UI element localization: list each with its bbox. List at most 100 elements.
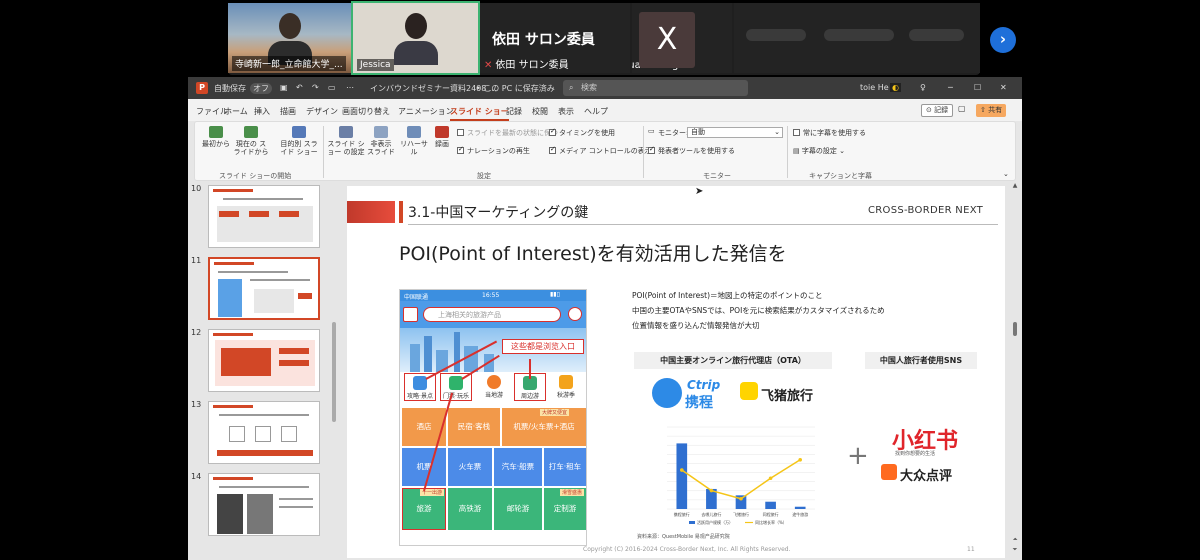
- subtitle-settings-button[interactable]: ▤ 字幕の設定 ⌄: [793, 146, 845, 156]
- phone-screenshot: 中国联通 16:55 ▮▮▯ 上海相关的旅游产品 这些都是浏览入口 攻略·景点 …: [399, 289, 587, 546]
- divider: [408, 224, 998, 225]
- tab-help[interactable]: ヘルプ: [584, 106, 608, 117]
- save-status[interactable]: • この PC に保存済み: [476, 83, 555, 94]
- thumbnail-slide-10[interactable]: [208, 185, 320, 248]
- avatar[interactable]: ◐: [890, 83, 901, 92]
- keep-updated-checkbox[interactable]: スライドを最新の状態に保つ: [457, 128, 558, 138]
- tab-view[interactable]: 表示: [558, 106, 574, 117]
- media-controls-checkbox[interactable]: メディア コントロールの表示: [549, 145, 652, 156]
- thumbnail-slide-13[interactable]: [208, 401, 320, 464]
- presenter-view-checkbox[interactable]: 発表者ツールを使用する: [648, 145, 735, 156]
- from-current-button[interactable]: 現在の スライドから: [233, 126, 269, 156]
- slide-canvas[interactable]: 3.1-中国マーケティングの鍵 CROSS-BORDER NEXT POI(Po…: [347, 186, 1005, 558]
- chart-point: [709, 488, 714, 493]
- fliggy-icon: [740, 382, 758, 400]
- participant-tile-blurred[interactable]: [734, 3, 980, 73]
- timing-checkbox[interactable]: タイミングを使用: [549, 127, 615, 138]
- chart-legend-label: 活跃用户规模（万）: [697, 519, 733, 525]
- play-from-start-icon: [209, 126, 223, 138]
- search-input[interactable]: ⌕ 検索: [563, 80, 748, 96]
- category-autumn: 秋游季: [550, 373, 582, 401]
- lightbulb-icon[interactable]: ♀: [920, 83, 926, 92]
- title-bar: P 自動保存 オフ ▣ ↶ ↷ ▭ ⋯ インバウンドゼミナー資料2408 ...…: [188, 77, 1022, 99]
- chart-tick-label: 携程旅行: [674, 511, 690, 517]
- thumbnail-slide-12[interactable]: [208, 329, 320, 392]
- monitor-select[interactable]: 自動 ⌄: [687, 127, 783, 138]
- rehearse-icon: [407, 126, 421, 138]
- participant-tile-jessica[interactable]: Jessica: [351, 1, 480, 75]
- custom-show-button[interactable]: 目的別 スライド ショー: [279, 126, 319, 156]
- tab-review[interactable]: 校閲: [532, 106, 548, 117]
- tab-home[interactable]: ホーム: [224, 106, 248, 117]
- chart-bar: [794, 506, 806, 509]
- prev-slide-icon[interactable]: ⏶: [1011, 536, 1019, 544]
- sns-label: 中国人旅行者使用SNS: [865, 352, 977, 369]
- callout-label: 这些都是浏览入口: [502, 339, 584, 354]
- setup-show-button[interactable]: スライド ショー の設定: [327, 126, 365, 156]
- autosave-toggle[interactable]: オフ: [250, 83, 272, 94]
- tab-animations[interactable]: アニメーション: [398, 106, 454, 117]
- tab-record[interactable]: 記録: [506, 106, 522, 117]
- ctrip-logo-cn: 携程: [685, 395, 713, 411]
- share-button[interactable]: ⇧ 共有: [976, 104, 1007, 117]
- slide-scrollbar[interactable]: ▲ ⏶ ⏷: [1011, 182, 1019, 560]
- battery-icon: ▮▮▯: [550, 291, 560, 298]
- quick-access-more-icon[interactable]: ⋯: [346, 83, 354, 92]
- tab-transitions[interactable]: 画面切り替え: [342, 106, 390, 117]
- next-slide-icon[interactable]: ⏷: [1011, 546, 1019, 554]
- scroll-up-icon[interactable]: ▲: [1011, 182, 1019, 190]
- maximize-icon[interactable]: ☐: [974, 83, 981, 92]
- grid-bus: 汽车·船票: [494, 448, 542, 486]
- search-icon: ⌕: [569, 83, 574, 92]
- dianping-logo: 大众点评: [900, 469, 953, 484]
- record-slideshow-button[interactable]: 録画: [431, 126, 453, 148]
- ota-label: 中国主要オンライン旅行代理店（OTA）: [634, 352, 832, 369]
- chart-point: [739, 496, 743, 501]
- close-icon[interactable]: ✕: [1000, 83, 1007, 92]
- minimize-icon[interactable]: ─: [948, 83, 953, 92]
- slide-title: 3.1-中国マーケティングの鍵: [408, 205, 589, 221]
- thumbnail-scrollbar[interactable]: [332, 322, 336, 422]
- undo-icon[interactable]: ↶: [296, 83, 303, 92]
- participant-tile-terasaki[interactable]: 寺崎新一郎_立命館大学_...: [228, 3, 351, 73]
- plus-sign: +: [847, 441, 869, 471]
- slide-number: 11: [967, 546, 975, 553]
- blurred-content: [909, 29, 964, 41]
- collapse-ribbon-icon[interactable]: ⌄: [1003, 170, 1009, 178]
- user-name[interactable]: toie He: [860, 83, 889, 92]
- grid-cruise: 邮轮游: [494, 488, 542, 530]
- grid-bnb: 民宿·客栈: [448, 408, 500, 446]
- scrollbar-thumb[interactable]: [1013, 322, 1017, 336]
- thumbnail-slide-11[interactable]: [208, 257, 320, 320]
- tab-design[interactable]: デザイン: [306, 106, 338, 117]
- group-label-setup: 設定: [477, 172, 491, 180]
- brand-logo: CROSS-BORDER NEXT: [868, 205, 984, 216]
- rehearse-button[interactable]: リハーサル: [399, 126, 429, 156]
- presentation-icon[interactable]: ▭: [328, 83, 336, 92]
- chart-point: [680, 468, 684, 472]
- redo-icon[interactable]: ↷: [312, 83, 319, 92]
- record-icon: [435, 126, 449, 138]
- location-icon: [403, 307, 418, 322]
- hide-slide-button[interactable]: 非表示 スライド: [367, 126, 395, 156]
- record-button[interactable]: ⊙ 記録: [921, 104, 954, 117]
- chart-bar: [676, 443, 688, 509]
- next-participants-button[interactable]: ›: [990, 27, 1016, 53]
- save-icon[interactable]: ▣: [280, 83, 288, 92]
- participant-display-name: 依田 サロン委員: [492, 32, 595, 48]
- mic-muted-icon: ✕: [484, 60, 493, 71]
- thumbnail-slide-14[interactable]: [208, 473, 320, 536]
- always-subtitles-checkbox[interactable]: 常に字幕を使用する: [793, 128, 866, 138]
- from-beginning-button[interactable]: 最初から: [201, 126, 231, 148]
- tab-insert[interactable]: 挿入: [254, 106, 270, 117]
- arrow-line: [529, 359, 531, 379]
- comments-icon[interactable]: ▢: [958, 104, 966, 113]
- record-dot-icon: ⊙: [926, 106, 932, 114]
- participant-tile-yoda[interactable]: 依田 サロン委員 ✕ 依田 サロン委員: [480, 3, 630, 73]
- divider: [787, 126, 788, 178]
- ota-usage-chart: 携程旅行 去哪儿旅行 飞猪旅行 同程旅行 途牛旅游活跃用户规模（万） 同比增长率（%）: [667, 426, 815, 525]
- slide-heading: POI(Point of Interest)を有効活用した発信を: [399, 243, 787, 265]
- narration-checkbox[interactable]: ナレーションの再生: [457, 145, 530, 156]
- tab-slideshow[interactable]: スライド ショー: [450, 106, 509, 121]
- tab-draw[interactable]: 描画: [280, 106, 296, 117]
